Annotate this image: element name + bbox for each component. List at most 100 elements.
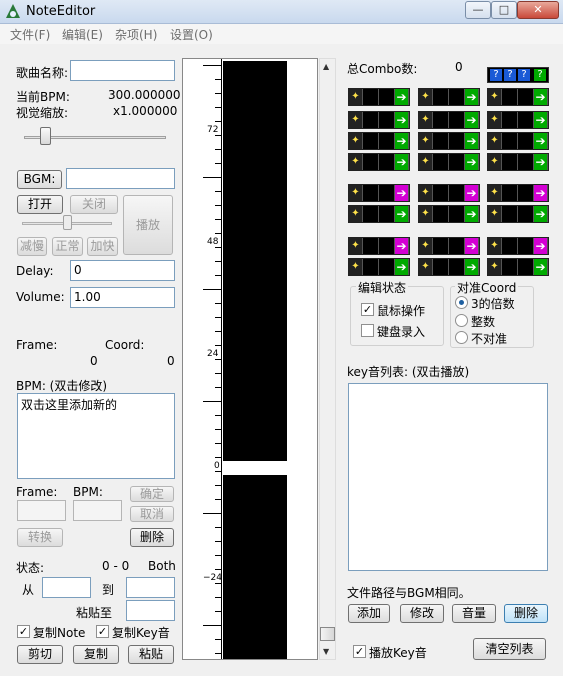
volume-input[interactable]: 1.00 (70, 287, 175, 308)
scroll-down-icon[interactable]: ▼ (323, 647, 329, 656)
note-lane-button[interactable]: ✦ ➔ (418, 205, 480, 223)
key-list-label: key音列表: (双击播放) (347, 365, 470, 379)
menu-settings[interactable]: 设置(O) (170, 26, 213, 43)
copy-note-checkbox[interactable]: ✓ (17, 625, 30, 638)
fast-button[interactable]: 加快 (87, 237, 118, 256)
timeline-tick (215, 191, 221, 192)
timeline-tick (215, 639, 221, 640)
timeline-tick (215, 471, 221, 472)
timeline-tick (215, 555, 221, 556)
note-lane-button[interactable]: ✦ ➔ (418, 184, 480, 202)
copy-key-checkbox[interactable]: ✓ (96, 625, 109, 638)
note-lane-button[interactable]: ✦ ➔ (487, 153, 549, 171)
note-lane-button[interactable]: ✦ ➔ (418, 153, 480, 171)
slow-button[interactable]: 减慢 (17, 237, 47, 256)
speed-slider-thumb[interactable] (63, 215, 72, 230)
note-lane-button[interactable]: ✦ ➔ (487, 205, 549, 223)
volume-button[interactable]: 音量 (452, 604, 496, 623)
state-mode: Both (148, 559, 176, 573)
menu-edit[interactable]: 编辑(E) (62, 26, 103, 43)
tick-label: −24 (203, 573, 222, 583)
bgm-input[interactable] (66, 168, 175, 189)
cut-button[interactable]: 剪切 (17, 645, 63, 664)
zoom-slider-thumb[interactable] (40, 127, 51, 145)
clear-list-button[interactable]: 清空列表 (473, 638, 546, 660)
note-lane-button[interactable]: ✦ ➔ (348, 258, 410, 276)
note-lane-button[interactable]: ✦ ➔ (487, 237, 549, 255)
note-lane-button[interactable]: ✦ ➔ (487, 258, 549, 276)
note-lane-button[interactable]: ✦ ➔ (487, 132, 549, 150)
timeline-tick (215, 317, 221, 318)
frame-label: Frame: (16, 338, 58, 352)
convert-button[interactable]: 转换 (17, 528, 63, 547)
normal-speed-button[interactable]: 正常 (52, 237, 83, 256)
note-lane-button[interactable]: ✦ ➔ (418, 111, 480, 129)
bpm-edit-label: BPM: (73, 485, 103, 499)
close-audio-button[interactable]: 关闭 (70, 195, 118, 214)
coord-none-radio[interactable] (455, 331, 468, 344)
note-lane-button[interactable]: ✦ ➔ (348, 132, 410, 150)
note-lane-button[interactable]: ✦ ➔ (487, 184, 549, 202)
keyboard-rec-checkbox[interactable] (361, 324, 374, 337)
to-input[interactable] (126, 577, 175, 598)
play-key-checkbox[interactable]: ✓ (353, 645, 366, 658)
cancel-button[interactable]: 取消 (130, 506, 174, 522)
note-lane-button[interactable]: ✦ ➔ (348, 153, 410, 171)
frame-edit-label: Frame: (16, 485, 58, 499)
note-lane-button[interactable]: ✦ ➔ (418, 88, 480, 106)
timeline-tick (215, 163, 221, 164)
maximize-button[interactable]: □ (491, 1, 517, 19)
menu-file[interactable]: 文件(F) (10, 26, 50, 43)
delete-bpm-button[interactable]: 删除 (130, 528, 174, 547)
coord-multiple3-radio[interactable] (455, 296, 468, 309)
scroll-up-icon[interactable]: ▲ (323, 62, 329, 71)
timeline-track-lower[interactable] (223, 475, 287, 659)
key-sound-list[interactable] (348, 383, 548, 571)
frame-edit-input[interactable] (17, 500, 66, 521)
note-lane-button[interactable]: ✦ ➔ (487, 111, 549, 129)
note-lane-button[interactable]: ✦ ➔ (348, 111, 410, 129)
timeline-scrollbar[interactable]: ▲ ▼ (319, 58, 336, 660)
timeline-tick (215, 93, 221, 94)
modify-button[interactable]: 修改 (400, 604, 444, 623)
random-note-palette[interactable]: ? ? ? ? (487, 67, 549, 83)
timeline-track-upper[interactable] (223, 61, 287, 461)
delay-input[interactable]: 0 (70, 260, 175, 281)
mouse-op-checkbox[interactable]: ✓ (361, 303, 374, 316)
menu-misc[interactable]: 杂项(H) (115, 26, 157, 43)
timeline-tick (203, 289, 221, 290)
close-button[interactable]: ✕ (517, 1, 559, 19)
copy-button[interactable]: 复制 (73, 645, 119, 664)
timeline-tick (203, 513, 221, 514)
timeline-tick (215, 219, 221, 220)
paste-to-label: 粘贴至 (76, 606, 113, 620)
confirm-button[interactable]: 确定 (130, 486, 174, 502)
note-lane-button[interactable]: ✦ ➔ (348, 184, 410, 202)
bgm-button[interactable]: BGM: (17, 170, 62, 189)
note-lane-button[interactable]: ✦ ➔ (418, 258, 480, 276)
timeline-tick (215, 275, 221, 276)
note-lane-button[interactable]: ✦ ➔ (418, 132, 480, 150)
scroll-thumb[interactable] (320, 627, 335, 641)
note-lane-button[interactable]: ✦ ➔ (487, 88, 549, 106)
paste-to-input[interactable] (126, 600, 175, 621)
minimize-button[interactable]: — (465, 1, 491, 19)
coord-integer-radio[interactable] (455, 314, 468, 327)
note-lane-button[interactable]: ✦ ➔ (348, 88, 410, 106)
bpm-edit-input[interactable] (73, 500, 122, 521)
note-lane-button[interactable]: ✦ ➔ (348, 205, 410, 223)
note-lane-button[interactable]: ✦ ➔ (418, 237, 480, 255)
add-button[interactable]: 添加 (348, 604, 390, 623)
note-lane-button[interactable]: ✦ ➔ (348, 237, 410, 255)
bpm-list-item[interactable]: 双击这里添加新的 (21, 396, 171, 413)
open-button[interactable]: 打开 (17, 195, 63, 214)
timeline-panel[interactable]: 72 48 24 0 −24 (182, 58, 318, 660)
paste-button[interactable]: 粘贴 (128, 645, 174, 664)
song-name-input[interactable] (70, 60, 175, 81)
tick-label: 24 (207, 349, 219, 359)
timeline-tick (215, 415, 221, 416)
bpm-list[interactable]: 双击这里添加新的 (17, 393, 175, 479)
delete-key-button[interactable]: 删除 (504, 604, 548, 623)
from-input[interactable] (42, 577, 91, 598)
play-button[interactable]: 播放 (123, 195, 173, 255)
